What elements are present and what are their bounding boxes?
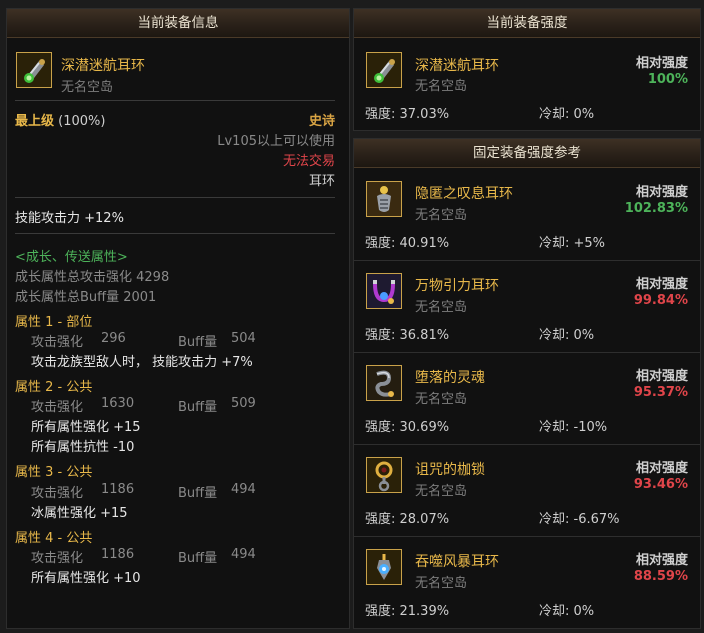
attr-buff-value: 494 [231, 547, 256, 562]
cooldown-value: 冷却: 0% [539, 328, 595, 343]
earring-icon [366, 52, 402, 88]
level-label: 最上级 [15, 114, 55, 129]
relative-strength-value: 88.59% [633, 569, 688, 584]
cooldown-value: 冷却: -10% [539, 420, 608, 435]
reference-item[interactable]: 吞噬风暴耳环 无名空岛 相对强度 88.59% 强度: 21.39% 冷却: 0… [354, 537, 700, 629]
gravity-earring-icon [366, 273, 402, 309]
relative-strength-label: 相对强度 [635, 277, 688, 292]
strength-value: 强度: 40.91% [365, 236, 450, 251]
attr-buff-label: Buff量 [178, 486, 218, 501]
attr-attack-label: 攻击强化 [31, 335, 84, 350]
fallen-soul-icon [366, 365, 402, 401]
item-name: 堕落的灵魂 [415, 370, 485, 386]
cooldown-value: 冷却: 0% [539, 604, 595, 619]
attr-attack-label: 攻击强化 [31, 400, 84, 415]
attr-attack-value: 1186 [101, 547, 135, 562]
cooldown-value: 冷却: +5% [539, 236, 606, 251]
growth-attack: 成长属性总攻击强化 4298 [15, 270, 170, 285]
equipment-info-title: 当前装备信息 [7, 9, 349, 38]
relative-strength-label: 相对强度 [635, 56, 688, 71]
relative-strength-value: 95.37% [633, 385, 688, 400]
growth-buff: 成长属性总Buff量 2001 [15, 290, 157, 305]
attr-attack-value: 296 [101, 331, 126, 346]
item-source: 无名空岛 [61, 80, 114, 95]
relative-strength-value: 102.83% [624, 201, 688, 216]
attr-attack-label: 攻击强化 [31, 551, 84, 566]
level-line: 最上级 (100%) [15, 110, 105, 129]
attr-effect: 所有属性强化 +15 [31, 420, 141, 435]
reference-strength-panel: 固定装备强度参考 隐匿之叹息耳环 无名空岛 相对强度 102.83% 强度: 4… [353, 138, 701, 629]
reference-item[interactable]: 隐匿之叹息耳环 无名空岛 相对强度 102.83% 强度: 40.91% 冷却:… [354, 169, 700, 261]
relative-strength-value: 100% [647, 72, 688, 87]
attr-buff-label: Buff量 [178, 551, 218, 566]
attr-effect: 攻击龙族型敌人时， 技能攻击力 +7% [31, 355, 253, 370]
earring-icon [16, 52, 52, 88]
relative-strength-label: 相对强度 [635, 369, 688, 384]
relative-strength-value: 93.46% [633, 477, 688, 492]
relative-strength-label: 相对强度 [635, 185, 688, 200]
item-source: 无名空岛 [415, 208, 468, 223]
current-strength-panel: 当前装备强度 深潜迷航耳环 无名空岛 相对强度 100% 强度: 37.03% … [353, 8, 701, 131]
strength-value: 强度: 36.81% [365, 328, 450, 343]
item-name: 隐匿之叹息耳环 [415, 186, 513, 202]
cursed-shackle-icon [366, 457, 402, 493]
divider [15, 197, 335, 198]
attr-title: 属性 2 - 公共 [15, 380, 93, 395]
attr-buff-value: 494 [231, 482, 256, 497]
reference-item[interactable]: 诅咒的枷锁 无名空岛 相对强度 93.46% 强度: 28.07% 冷却: -6… [354, 445, 700, 537]
sigh-earring-icon [366, 181, 402, 217]
skill-attack: 技能攻击力 +12% [15, 211, 124, 226]
strength-value: 强度: 28.07% [365, 512, 450, 527]
item-source: 无名空岛 [415, 484, 468, 499]
relative-strength-value: 99.84% [633, 293, 688, 308]
strength-value: 强度: 21.39% [365, 604, 450, 619]
attr-title: 属性 3 - 公共 [15, 465, 93, 480]
relative-strength-label: 相对强度 [635, 553, 688, 568]
divider [15, 100, 335, 101]
equipment-info-panel: 当前装备信息 深潜迷航耳环 无名空岛 最上级 (100%) 史诗 Lv105以上… [6, 8, 350, 629]
strength-value: 强度: 37.03% [365, 107, 450, 122]
item-name: 诅咒的枷锁 [415, 462, 485, 478]
trade-status: 无法交易 [282, 154, 335, 169]
reference-item[interactable]: 堕落的灵魂 无名空岛 相对强度 95.37% 强度: 30.69% 冷却: -1… [354, 353, 700, 445]
strength-value: 强度: 30.69% [365, 420, 450, 435]
item-name: 吞噬风暴耳环 [415, 554, 499, 570]
attr-buff-label: Buff量 [178, 335, 218, 350]
item-name: 深潜迷航耳环 [61, 58, 145, 74]
cooldown-value: 冷却: -6.67% [539, 512, 620, 527]
item-source: 无名空岛 [415, 392, 468, 407]
attr-buff-label: Buff量 [178, 400, 218, 415]
item-name: 深潜迷航耳环 [415, 58, 499, 74]
attr-attack-label: 攻击强化 [31, 486, 84, 501]
divider [15, 233, 335, 234]
slot-type: 耳环 [308, 174, 335, 189]
reference-strength-title: 固定装备强度参考 [354, 139, 700, 168]
attr-attack-value: 1630 [101, 396, 135, 411]
reference-item[interactable]: 万物引力耳环 无名空岛 相对强度 99.84% 强度: 36.81% 冷却: 0… [354, 261, 700, 353]
attr-title: 属性 1 - 部位 [15, 315, 93, 330]
rarity: 史诗 [308, 114, 335, 129]
attr-buff-value: 504 [231, 331, 256, 346]
current-strength-title: 当前装备强度 [354, 9, 700, 38]
cooldown-value: 冷却: 0% [539, 107, 595, 122]
storm-earring-icon [366, 549, 402, 585]
attr-buff-value: 509 [231, 396, 256, 411]
attr-effect: 所有属性强化 +10 [31, 571, 141, 586]
item-source: 无名空岛 [415, 300, 468, 315]
item-source: 无名空岛 [415, 79, 468, 94]
attr-attack-value: 1186 [101, 482, 135, 497]
attr-title: 属性 4 - 公共 [15, 531, 93, 546]
attr-effect: 冰属性强化 +15 [31, 506, 128, 521]
attr-effect: 所有属性抗性 -10 [31, 440, 135, 455]
level-value: (100%) [58, 114, 106, 129]
level-requirement: Lv105以上可以使用 [217, 134, 335, 149]
item-source: 无名空岛 [415, 576, 468, 591]
relative-strength-label: 相对强度 [635, 461, 688, 476]
growth-header: <成长、传送属性> [15, 250, 128, 265]
item-name: 万物引力耳环 [415, 278, 499, 294]
